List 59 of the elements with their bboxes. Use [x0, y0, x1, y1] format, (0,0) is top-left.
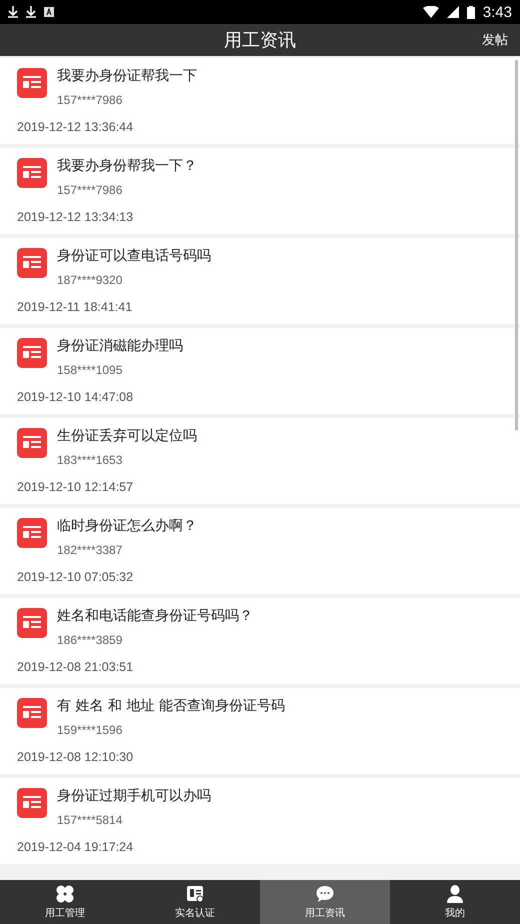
post-time: 2019-12-08 21:03:51 — [17, 660, 134, 676]
post-title: 临时身份证怎么办啊？ — [57, 517, 198, 536]
post-title: 姓名和电话能查身份证号码吗？ — [57, 607, 254, 626]
post-time: 2019-12-12 13:34:13 — [17, 210, 134, 226]
post-card[interactable]: 临时身份证怎么办啊？ 182****3387 2019-12-10 07:05:32 — [0, 508, 520, 594]
post-time: 2019-12-11 18:41:41 — [17, 300, 134, 316]
news-icon — [17, 68, 47, 98]
post-time: 2019-12-08 12:10:30 — [17, 750, 134, 766]
clover-icon — [55, 884, 75, 904]
post-time: 2019-12-10 14:47:08 — [17, 390, 134, 406]
signal-icon — [446, 6, 459, 18]
post-time: 2019-12-12 13:36:44 — [17, 120, 134, 136]
post-title: 我要办身份帮我一下？ — [57, 157, 198, 176]
post-phone: 157****7986 — [57, 92, 124, 109]
post-card[interactable]: 有 姓名 和 地址 能否查询身份证号码 159****1596 2019-12-08 12:10:30 — [0, 688, 520, 774]
wifi-icon — [422, 6, 439, 18]
news-icon — [17, 338, 47, 368]
post-card[interactable]: 身份证消磁能办理吗 158****1095 2019-12-10 14:47:08 — [0, 328, 520, 414]
id-card-icon — [185, 884, 205, 904]
post-card[interactable]: 身份证可以查电话号码吗 187****9320 2019-12-11 18:41:41 — [0, 238, 520, 324]
post-phone: 183****1653 — [57, 452, 124, 469]
notification-icon — [44, 7, 54, 17]
post-phone: 157****5814 — [57, 812, 124, 829]
post-time: 2019-12-04 19:17:24 — [17, 840, 134, 856]
news-icon — [17, 518, 47, 548]
status-time: 3:43 — [482, 4, 512, 20]
post-phone: 157****7986 — [57, 182, 124, 199]
post-title: 有 姓名 和 地址 能否查询身份证号码 — [57, 697, 286, 716]
nav-tab[interactable]: 用工资讯 — [260, 880, 390, 924]
battery-icon — [466, 6, 475, 18]
post-time: 2019-12-10 07:05:32 — [17, 570, 134, 586]
post-phone: 186****3859 — [57, 632, 124, 649]
post-card[interactable]: 我要办身份证帮我一下 157****7986 2019-12-12 13:36:44 — [0, 58, 520, 144]
post-title: 身份证可以查电话号码吗 — [57, 247, 212, 266]
post-title: 身份证过期手机可以办吗 — [57, 787, 212, 806]
download-icon — [26, 6, 36, 18]
news-icon — [17, 698, 47, 728]
download-icon — [8, 6, 18, 18]
post-card[interactable]: 姓名和电话能查身份证号码吗？ 186****3859 2019-12-08 21:03:51 — [0, 598, 520, 684]
chat-bubble-icon — [315, 884, 335, 904]
post-title: 我要办身份证帮我一下 — [57, 67, 198, 86]
post-card[interactable]: 我要办身份帮我一下？ 157****7986 2019-12-12 13:34:13 — [0, 148, 520, 234]
post-phone: 182****3387 — [57, 542, 124, 559]
news-icon — [17, 158, 47, 188]
post-title: 生份证丢弃可以定位吗 — [57, 427, 198, 446]
news-icon — [17, 788, 47, 818]
screen-title: 用工资讯 — [224, 29, 296, 52]
news-icon — [17, 608, 47, 638]
post-button[interactable]: 发帖 — [482, 31, 508, 49]
post-title: 身份证消磁能办理吗 — [57, 337, 184, 356]
news-icon — [17, 428, 47, 458]
post-card[interactable]: 身份证过期手机可以办吗 157****5814 2019-12-04 19:17:24 — [0, 778, 520, 864]
post-card[interactable]: 生份证丢弃可以定位吗 183****1653 2019-12-10 12:14:57 — [0, 418, 520, 504]
news-icon — [17, 248, 47, 278]
post-phone: 159****1596 — [57, 722, 124, 739]
person-icon — [445, 884, 465, 904]
post-phone: 187****9320 — [57, 272, 124, 289]
post-time: 2019-12-10 12:14:57 — [17, 480, 134, 496]
post-phone: 158****1095 — [57, 362, 124, 379]
